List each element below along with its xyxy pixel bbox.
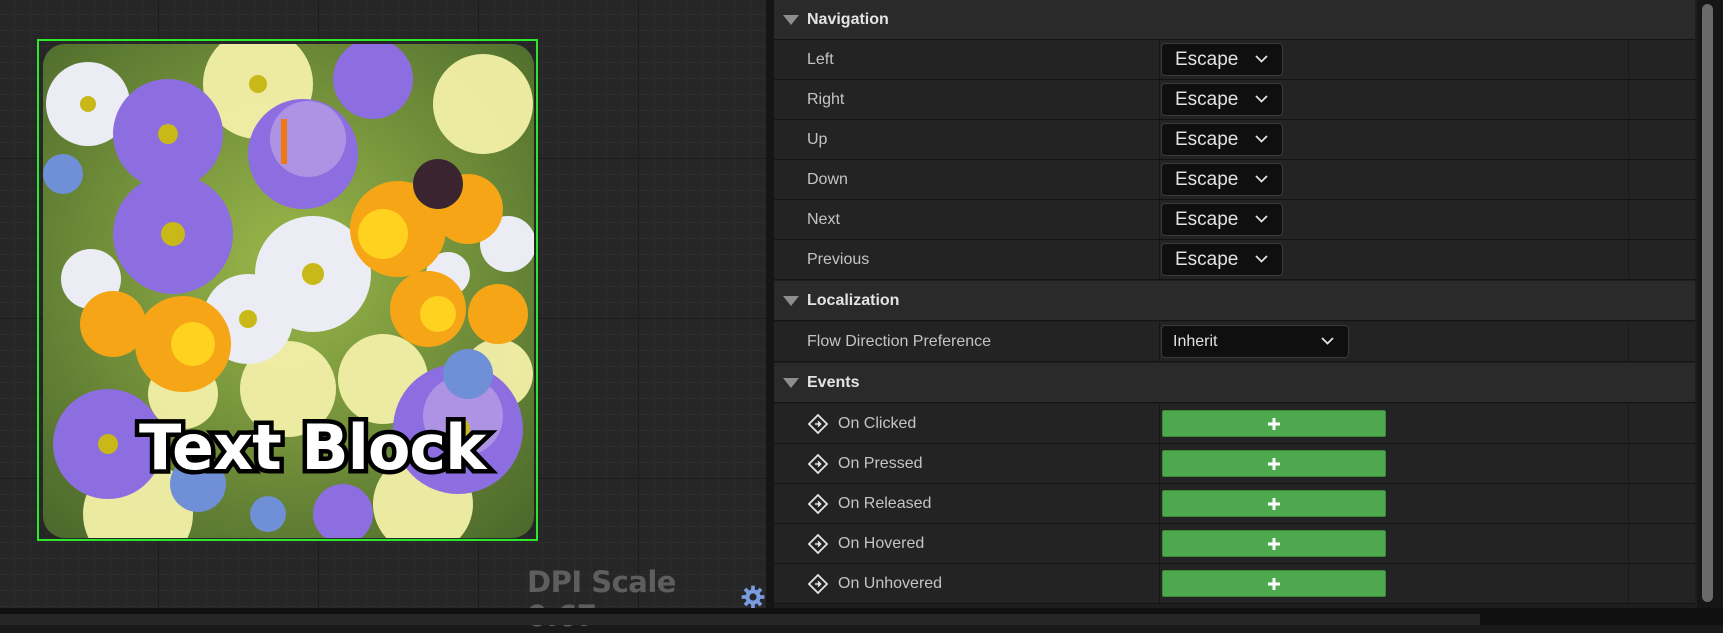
chevron-down-icon <box>1255 135 1268 143</box>
details-panel: Navigation Left Escape Right Escape Up E… <box>774 0 1697 608</box>
navigation-section-header[interactable]: Navigation <box>774 0 1695 40</box>
dropdown-value: Inherit <box>1173 333 1218 350</box>
nav-down-dropdown[interactable]: Escape <box>1161 163 1283 196</box>
event-label: On Clicked <box>838 415 917 432</box>
details-scrollbar-thumb[interactable] <box>1702 4 1713 602</box>
localization-section-header[interactable]: Localization <box>774 281 1695 321</box>
plus-icon <box>1268 577 1280 590</box>
event-row-on-pressed: On Pressed <box>774 444 1695 484</box>
nav-right-dropdown[interactable]: Escape <box>1161 83 1283 116</box>
add-on-unhovered-button[interactable] <box>1162 570 1386 597</box>
nav-row-next: Next Escape <box>774 200 1695 240</box>
property-label: Flow Direction Preference <box>807 333 992 350</box>
property-label: Up <box>807 131 828 148</box>
plus-icon <box>1268 457 1280 470</box>
nav-row-up: Up Escape <box>774 120 1695 160</box>
add-on-clicked-button[interactable] <box>1162 410 1386 437</box>
nav-next-dropdown[interactable]: Escape <box>1161 203 1283 236</box>
nav-row-left: Left Escape <box>774 40 1695 80</box>
property-label: Next <box>807 211 840 228</box>
text-block-label[interactable]: Text Block <box>134 407 490 489</box>
horizontal-scrollbar[interactable] <box>0 608 1723 625</box>
nav-row-right: Right Escape <box>774 80 1695 120</box>
section-title: Navigation <box>807 11 889 28</box>
chevron-down-icon <box>1255 215 1268 223</box>
dropdown-value: Escape <box>1175 49 1239 70</box>
event-diamond-icon <box>807 493 829 515</box>
collapse-arrow-icon[interactable] <box>783 378 799 388</box>
dropdown-value: Escape <box>1175 209 1239 230</box>
event-row-on-released: On Released <box>774 484 1695 524</box>
dropdown-value: Escape <box>1175 129 1239 150</box>
flow-direction-dropdown[interactable]: Inherit <box>1161 325 1349 358</box>
events-section-header[interactable]: Events <box>774 363 1695 403</box>
event-row-on-clicked: On Clicked <box>774 404 1695 444</box>
plus-icon <box>1268 417 1280 430</box>
event-label: On Pressed <box>838 455 923 472</box>
event-diamond-icon <box>807 413 829 435</box>
event-row-on-hovered: On Hovered <box>774 524 1695 564</box>
event-diamond-icon <box>807 533 829 555</box>
event-label: On Released <box>838 495 932 512</box>
add-on-pressed-button[interactable] <box>1162 450 1386 477</box>
dropdown-value: Escape <box>1175 89 1239 110</box>
collapse-arrow-icon[interactable] <box>783 296 799 306</box>
nav-previous-dropdown[interactable]: Escape <box>1161 243 1283 276</box>
chevron-down-icon <box>1255 95 1268 103</box>
plus-icon <box>1268 497 1280 510</box>
event-diamond-icon <box>807 573 829 595</box>
chevron-down-icon <box>1255 255 1268 263</box>
collapse-arrow-icon[interactable] <box>783 15 799 25</box>
event-row-on-unhovered: On Unhovered <box>774 564 1695 604</box>
dropdown-value: Escape <box>1175 249 1239 270</box>
nav-row-down: Down Escape <box>774 160 1695 200</box>
add-on-hovered-button[interactable] <box>1162 530 1386 557</box>
section-title: Localization <box>807 292 900 309</box>
property-label: Left <box>807 51 834 68</box>
add-on-released-button[interactable] <box>1162 490 1386 517</box>
designer-canvas[interactable]: Text Block DPI Scale 0.67 <box>0 0 766 633</box>
property-label: Down <box>807 171 848 188</box>
panel-splitter[interactable] <box>766 0 774 608</box>
selected-widget[interactable]: Text Block <box>37 39 538 541</box>
section-title: Events <box>807 374 860 391</box>
chevron-down-icon <box>1321 337 1334 345</box>
chevron-down-icon <box>1255 55 1268 63</box>
chevron-down-icon <box>1255 175 1268 183</box>
flow-direction-row: Flow Direction Preference Inherit <box>774 322 1695 362</box>
nav-up-dropdown[interactable]: Escape <box>1161 123 1283 156</box>
property-label: Right <box>807 91 845 108</box>
property-label: Previous <box>807 251 870 268</box>
horizontal-scrollbar-thumb[interactable] <box>0 614 1480 625</box>
event-label: On Unhovered <box>838 575 943 592</box>
nav-row-previous: Previous Escape <box>774 240 1695 280</box>
dropdown-value: Escape <box>1175 169 1239 190</box>
event-label: On Hovered <box>838 535 925 552</box>
event-diamond-icon <box>807 453 829 475</box>
plus-icon <box>1268 537 1280 550</box>
nav-left-dropdown[interactable]: Escape <box>1161 43 1283 76</box>
